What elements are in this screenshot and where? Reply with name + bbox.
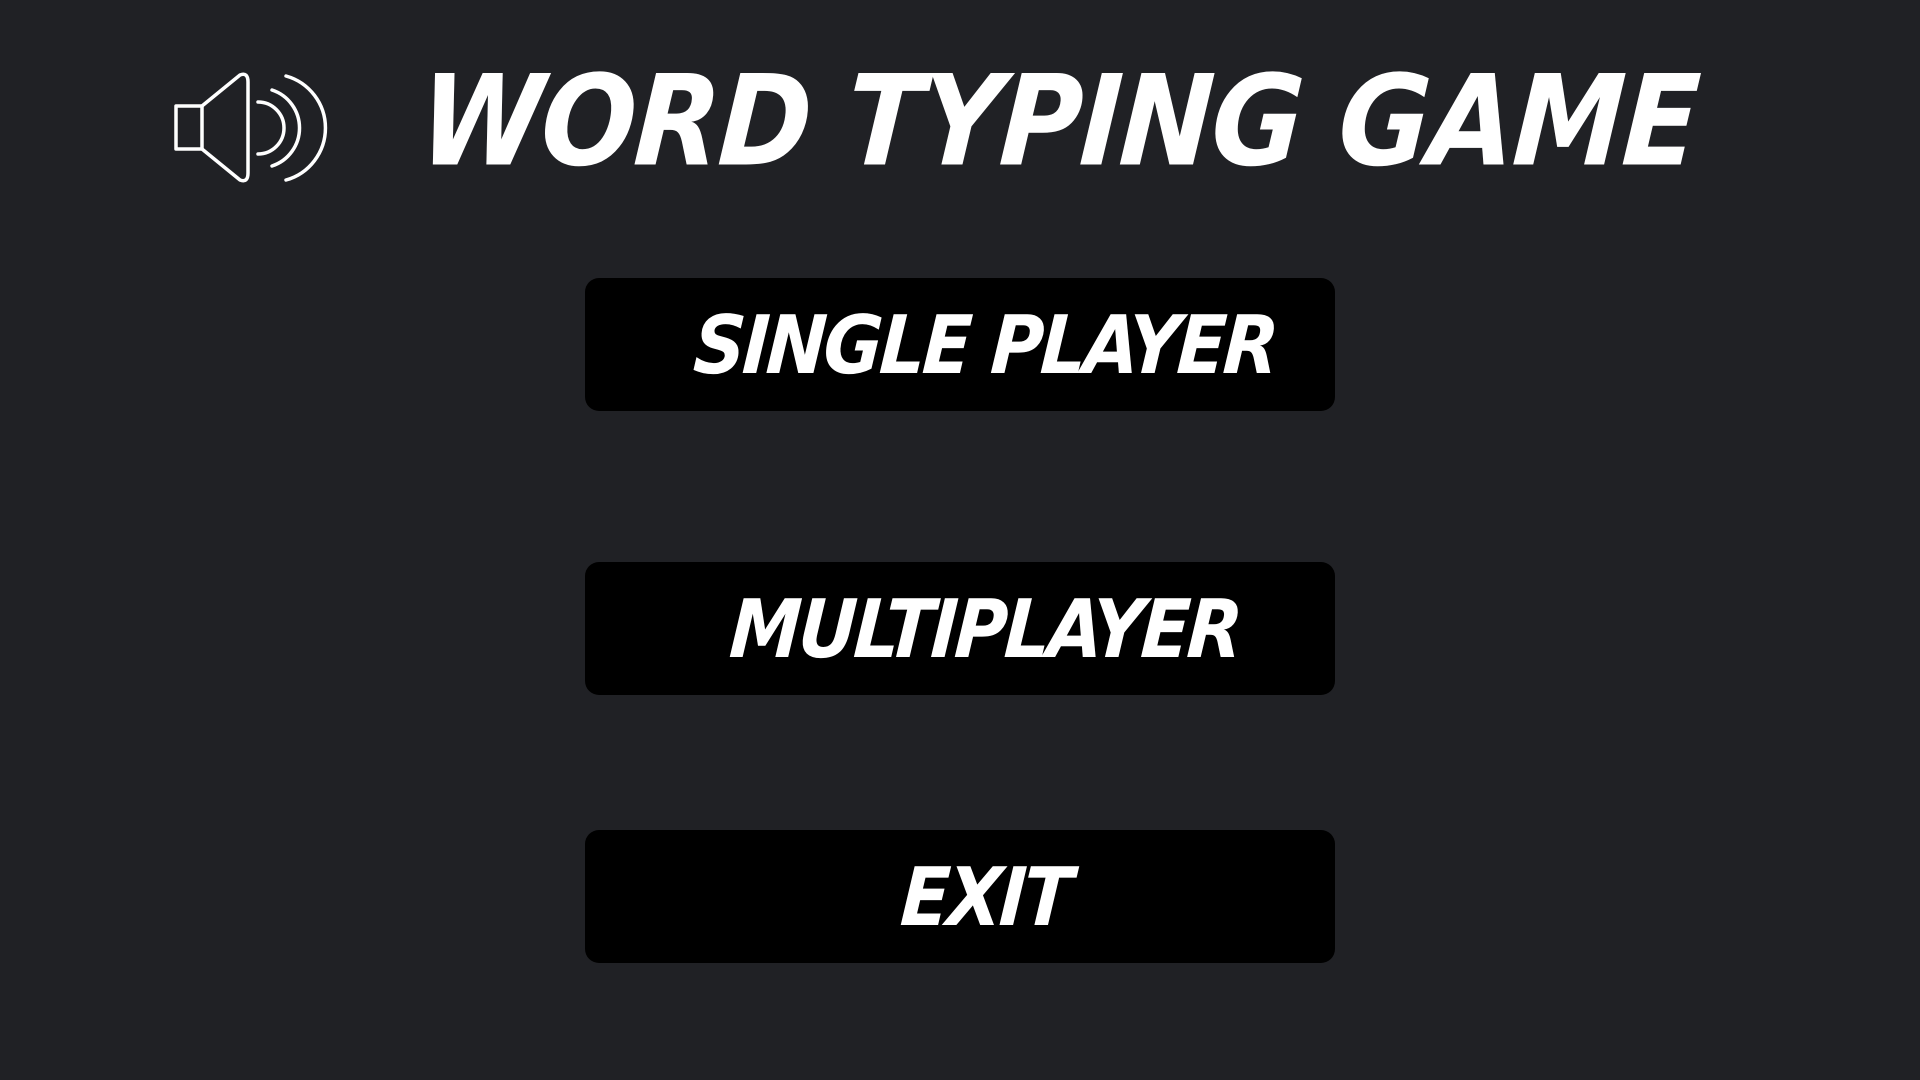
exit-label: EXIT — [897, 849, 1073, 944]
game-title: WORD TYPING GAME — [415, 49, 1702, 195]
sound-toggle-button[interactable] — [170, 70, 330, 185]
single-player-button[interactable]: SINGLE PLAYER — [585, 278, 1335, 411]
single-player-label: SINGLE PLAYER — [691, 297, 1279, 392]
multiplayer-button[interactable]: MULTIPLAYER — [585, 562, 1335, 695]
speaker-on-icon — [174, 72, 328, 183]
multiplayer-label: MULTIPLAYER — [727, 581, 1243, 676]
exit-button[interactable]: EXIT — [585, 830, 1335, 963]
main-menu-screen: WORD TYPING GAME SINGLE PLAYER MULTIPLAY… — [0, 0, 1920, 1080]
